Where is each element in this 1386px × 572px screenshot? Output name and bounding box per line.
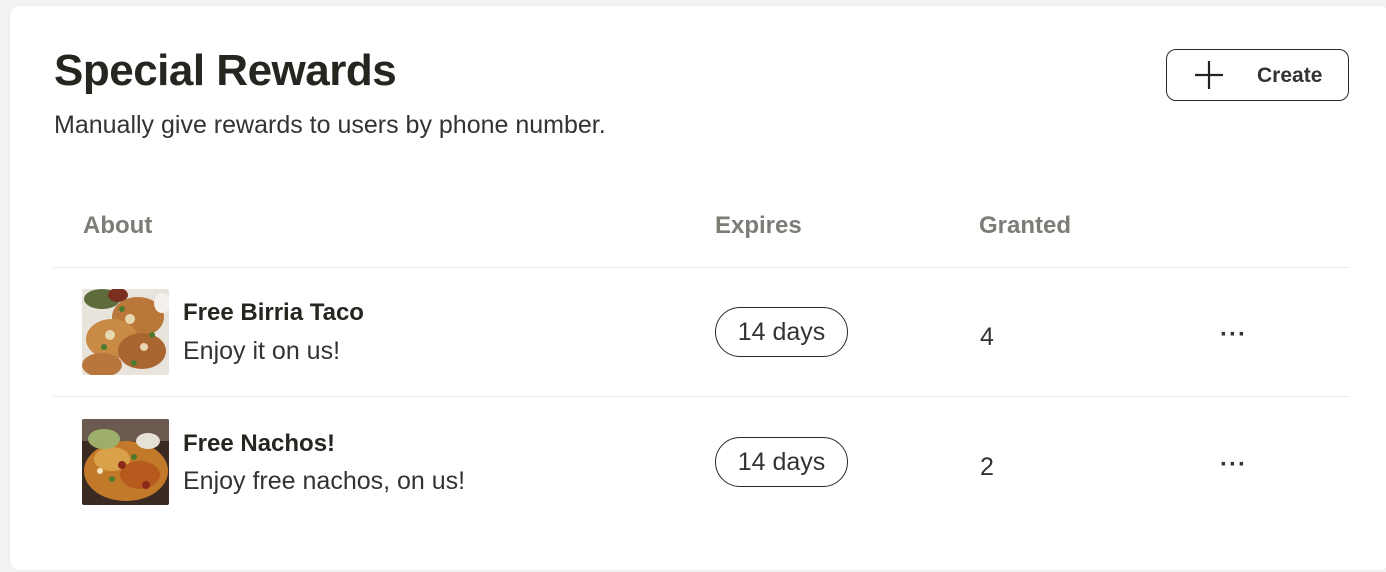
- reward-name: Free Nachos!: [183, 430, 336, 457]
- column-header-granted: Granted: [979, 212, 1072, 239]
- nachos-photo: [82, 419, 169, 505]
- reward-thumbnail: [82, 289, 169, 375]
- expires-badge: 14 days: [715, 307, 848, 357]
- expires-badge: 14 days: [715, 437, 848, 487]
- special-rewards-card: Special Rewards Manually give rewards to…: [10, 6, 1386, 570]
- more-options-icon[interactable]: ···: [1220, 321, 1247, 349]
- granted-count: 4: [980, 323, 994, 351]
- reward-name: Free Birria Taco: [183, 299, 364, 326]
- page-subtitle: Manually give rewards to users by phone …: [54, 111, 606, 139]
- create-button-label: Create: [1257, 64, 1323, 87]
- column-header-expires: Expires: [715, 212, 802, 239]
- table-row[interactable]: Free Birria Taco Enjoy it on us! 14 days…: [10, 268, 1386, 396]
- granted-count: 2: [980, 453, 994, 481]
- plus-icon: [1195, 61, 1223, 89]
- tacos-photo: [82, 289, 169, 375]
- reward-description: Enjoy free nachos, on us!: [183, 467, 466, 495]
- create-button[interactable]: Create: [1166, 49, 1349, 101]
- more-options-icon[interactable]: ···: [1220, 451, 1247, 479]
- column-header-about: About: [83, 212, 153, 239]
- page-title: Special Rewards: [54, 46, 397, 95]
- reward-description: Enjoy it on us!: [183, 337, 341, 365]
- table-row[interactable]: Free Nachos! Enjoy free nachos, on us! 1…: [10, 397, 1386, 525]
- reward-thumbnail: [82, 419, 169, 505]
